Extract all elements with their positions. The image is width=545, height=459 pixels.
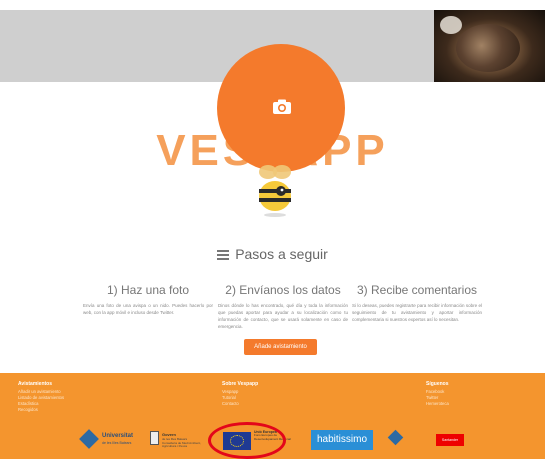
camera-icon (273, 99, 291, 114)
habitissimo-logo[interactable]: habitissimo (311, 430, 373, 450)
footer-column-about: Sobre Vespapp Vespapp Tutorial Contacto (222, 381, 258, 407)
photo-subject (456, 24, 520, 72)
govern-logo[interactable]: Govern de les Illes Balears Conselleria … (150, 430, 210, 450)
footer-column-sightings: Avistamientos Añadir un avistamiento Lis… (18, 381, 64, 413)
footer-link[interactable]: Contacto (222, 401, 258, 407)
footer-link[interactable]: Recogidos (18, 407, 64, 413)
ibit-mark-icon (387, 429, 404, 446)
govern-subtitle: de les Illes Balears Conselleria de Medi… (162, 437, 210, 449)
footer-column-title: Síguenos (426, 381, 449, 387)
steps-heading-text: Pasos a seguir (235, 246, 328, 262)
upload-photo-button[interactable] (217, 44, 345, 172)
footer-column-follow: Síguenos Facebook Twitter Hemeroteca (426, 381, 449, 407)
santander-logo[interactable]: Santander (436, 434, 464, 446)
step-3: 3) Recibe comentarios Si lo deseas, pued… (352, 283, 482, 323)
step-1-text: Envía una foto de una avispa o un nido. … (83, 303, 213, 315)
highlight-annotation-circle (208, 422, 286, 459)
uib-logo[interactable]: Universitat de les Illes Balears (79, 429, 154, 450)
list-icon (217, 250, 230, 260)
step-1: 1) Haz una foto Envía una foto de una av… (83, 283, 213, 316)
uib-name: Universitat (102, 433, 134, 439)
add-sighting-button[interactable]: Añade avistamiento (244, 339, 317, 355)
step-2-title: 2) Envíanos los datos (225, 283, 341, 297)
step-2-text: Dinos dónde lo has encontrado, qué día y… (218, 303, 348, 329)
bee-mascot-icon (259, 165, 291, 217)
govern-detail: Conselleria de Medi Ambient, Agricultura… (162, 440, 202, 449)
footer-link[interactable]: Hemeroteca (426, 401, 449, 407)
steps-heading: Pasos a seguir (0, 246, 545, 262)
step-1-title: 1) Haz una foto (106, 283, 190, 297)
footer-column-title: Avistamientos (18, 381, 52, 387)
step-3-title: 3) Recibe comentarios (356, 283, 478, 297)
govern-crest-icon (150, 431, 159, 445)
uib-subtitle: de les Illes Balears (102, 441, 132, 445)
step-2: 2) Envíanos los datos Dinos dónde lo has… (218, 283, 348, 330)
photo-highlight (440, 16, 462, 34)
hero-photo (434, 10, 545, 82)
ibit-logo[interactable] (387, 429, 432, 450)
step-3-text: Si lo deseas, puedes registrarte para re… (352, 303, 482, 322)
footer-column-title: Sobre Vespapp (222, 381, 259, 387)
uib-mark-icon (79, 429, 99, 449)
